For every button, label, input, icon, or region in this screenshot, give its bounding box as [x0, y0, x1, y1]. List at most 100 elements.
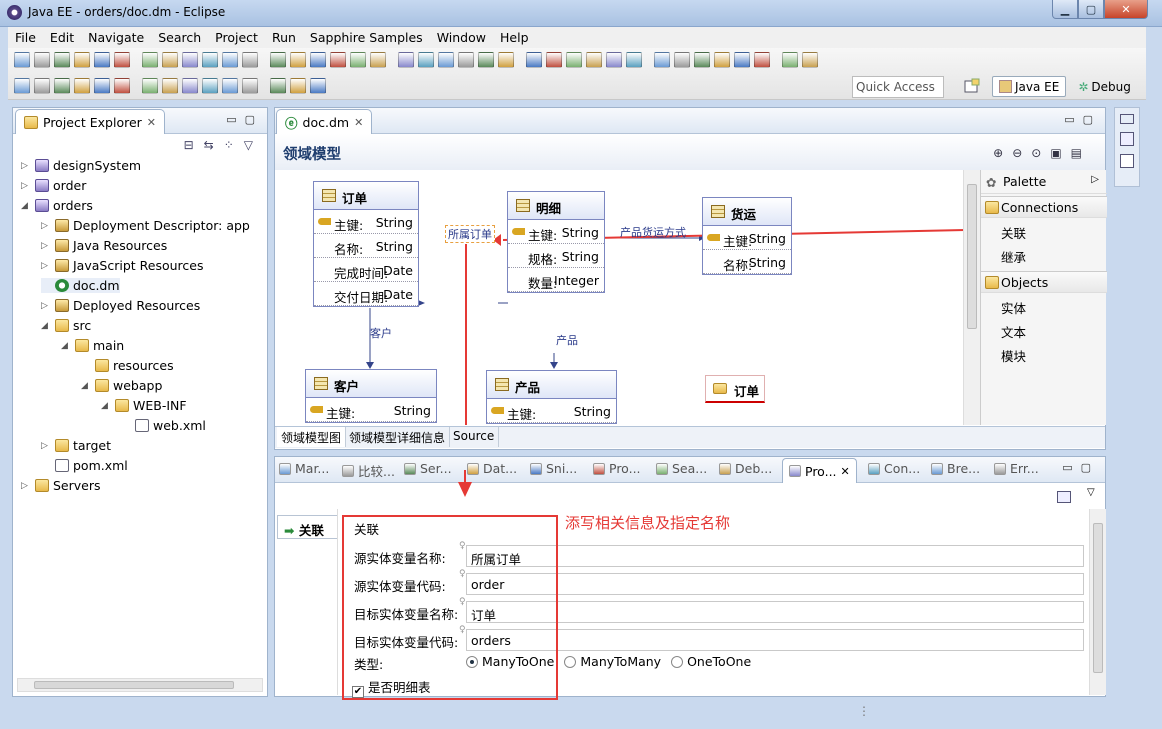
expand-arrow-icon[interactable]: ◢ [21, 201, 31, 211]
editor-page-tab-2[interactable]: Source [449, 427, 500, 447]
close-icon[interactable]: ✕ [354, 116, 363, 129]
row2-tool-icon-7[interactable] [162, 78, 178, 94]
view-tab-9[interactable]: Con... [868, 461, 920, 476]
palette-item-entity[interactable]: 实体 [1001, 298, 1026, 317]
canvas-vscrollbar[interactable] [963, 170, 980, 425]
row1-tool-icon-13[interactable] [290, 52, 306, 68]
row1-tool-icon-27[interactable] [586, 52, 602, 68]
link-label-belong-order[interactable]: 所属订单 [445, 225, 495, 243]
link-editor-icon[interactable]: ⇆ [204, 138, 214, 152]
open-perspective-icon[interactable] [963, 78, 981, 96]
row2-tool-icon-8[interactable] [182, 78, 198, 94]
expand-arrow-icon[interactable]: ◢ [61, 341, 71, 351]
properties-vscrollbar[interactable] [1089, 509, 1106, 695]
row2-tool-icon-9[interactable] [202, 78, 218, 94]
diagram-canvas[interactable]: 所属订单 客户 产品 产品货运方式 订单 主键: String 名称: String 完成… [275, 170, 965, 425]
menu-edit[interactable]: Edit [43, 30, 81, 45]
row1-tool-icon-3[interactable] [74, 52, 90, 68]
property-side-tab[interactable]: ➡ 关联 [277, 515, 337, 539]
radio-icon[interactable] [564, 656, 577, 668]
quick-access-input[interactable]: Quick Access [852, 76, 944, 98]
entity-attribute-row[interactable]: 主键: String [314, 210, 418, 234]
menu-search[interactable]: Search [151, 30, 208, 45]
restore-icon[interactable] [1120, 114, 1134, 124]
row1-tool-icon-30[interactable] [654, 52, 670, 68]
expand-arrow-icon[interactable]: ▷ [21, 181, 31, 191]
entity-attribute-row[interactable]: 完成时间: Date [314, 258, 418, 282]
entity-attribute-row[interactable]: 数量: Integer [508, 268, 604, 292]
entity-detail[interactable]: 明细 主键: String 规格: String 数量: Integer [507, 191, 605, 293]
palette-item-association[interactable]: 关联 [1001, 223, 1026, 242]
menu-project[interactable]: Project [208, 30, 265, 45]
row2-tool-icon-4[interactable] [94, 78, 110, 94]
tree-item[interactable]: ▷ designSystem [21, 158, 141, 173]
expand-arrow-icon[interactable]: ◢ [41, 321, 51, 331]
row1-tool-icon-32[interactable] [694, 52, 710, 68]
outline-icon[interactable] [1120, 132, 1134, 146]
expand-arrow-icon[interactable]: ▷ [41, 221, 51, 231]
row2-tool-icon-0[interactable] [14, 78, 30, 94]
row1-tool-icon-5[interactable] [114, 52, 130, 68]
row1-tool-icon-36[interactable] [782, 52, 798, 68]
tree-item[interactable]: resources [81, 358, 174, 373]
module-box[interactable]: 订单 [705, 375, 765, 403]
row1-tool-icon-7[interactable] [162, 52, 178, 68]
entity-customer[interactable]: 客户 主键: String [305, 369, 437, 423]
row2-tool-icon-10[interactable] [222, 78, 238, 94]
row1-tool-icon-37[interactable] [802, 52, 818, 68]
entity-attribute-row[interactable]: 交付日期: Date [314, 282, 418, 306]
expand-arrow-icon[interactable]: ▷ [41, 261, 51, 271]
row1-tool-icon-34[interactable] [734, 52, 750, 68]
row1-tool-icon-23[interactable] [498, 52, 514, 68]
view-tab-1[interactable]: 比较... [342, 461, 395, 480]
editor-minmax-icons[interactable]: ▭▢ [1064, 113, 1101, 126]
menu-file[interactable]: File [8, 30, 43, 45]
view-tab-5[interactable]: Pro... [593, 461, 641, 476]
editor-tab-doc[interactable]: ⓔ doc.dm ✕ [276, 109, 373, 134]
entity-title[interactable]: 产品 [487, 371, 616, 399]
view-tab-8[interactable]: Pro... ✕ [782, 458, 857, 483]
entity-attribute-row[interactable]: 名称: String [703, 250, 791, 274]
tree-item[interactable]: ▷ Java Resources [41, 238, 167, 253]
entity-attribute-row[interactable]: 主键: String [703, 226, 791, 250]
type-radio-manytomany[interactable]: ManyToMany [564, 654, 661, 669]
row1-tool-icon-15[interactable] [330, 52, 346, 68]
row1-tool-icon-33[interactable] [714, 52, 730, 68]
status-grip-icon[interactable]: ⋮ [858, 704, 870, 718]
entity-title[interactable]: 明细 [508, 192, 604, 220]
palette-objects[interactable]: Objects [981, 271, 1107, 293]
palette-connections[interactable]: Connections [981, 196, 1107, 218]
tree-item[interactable]: ◢ WEB-INF [101, 398, 187, 413]
expand-arrow-icon[interactable]: ▷ [41, 441, 51, 451]
row1-tool-icon-1[interactable] [34, 52, 50, 68]
palette-item-module[interactable]: 模块 [1001, 346, 1026, 365]
row1-tool-icon-6[interactable] [142, 52, 158, 68]
row2-tool-icon-12[interactable] [270, 78, 286, 94]
row1-tool-icon-28[interactable] [606, 52, 622, 68]
menu-navigate[interactable]: Navigate [81, 30, 151, 45]
project-explorer-tab[interactable]: Project Explorer ✕ [15, 109, 166, 134]
entity-shipping[interactable]: 货运 主键: String 名称: String [702, 197, 792, 275]
property-input[interactable]: orders [466, 629, 1084, 651]
type-radio-onetoone[interactable]: OneToOne [671, 654, 751, 669]
row1-tool-icon-9[interactable] [202, 52, 218, 68]
view-minmax-icons[interactable]: ▭▢ [226, 113, 263, 126]
expand-arrow-icon[interactable]: ◢ [101, 401, 111, 411]
view-menu-icon[interactable]: ▽ [244, 138, 253, 152]
entity-attribute-row[interactable]: 主键: String [508, 220, 604, 244]
entity-order[interactable]: 订单 主键: String 名称: String 完成时间: Date 交付日期: Date [313, 181, 419, 307]
link-label-customer[interactable]: 客户 [370, 325, 392, 341]
row1-tool-icon-8[interactable] [182, 52, 198, 68]
row2-tool-icon-11[interactable] [242, 78, 258, 94]
entity-product[interactable]: 产品 主键: String [486, 370, 617, 424]
row2-tool-icon-5[interactable] [114, 78, 130, 94]
view-menu-icon[interactable]: ▽ [1087, 487, 1095, 498]
property-input[interactable]: order [466, 573, 1084, 595]
row1-tool-icon-14[interactable] [310, 52, 326, 68]
view-tab-4[interactable]: Sni... [530, 461, 577, 476]
row2-tool-icon-2[interactable] [54, 78, 70, 94]
menu-sapphire-samples[interactable]: Sapphire Samples [303, 30, 430, 45]
explorer-hscrollbar[interactable] [17, 678, 263, 692]
menu-window[interactable]: Window [430, 30, 493, 45]
expand-arrow-icon[interactable]: ▷ [21, 481, 31, 491]
